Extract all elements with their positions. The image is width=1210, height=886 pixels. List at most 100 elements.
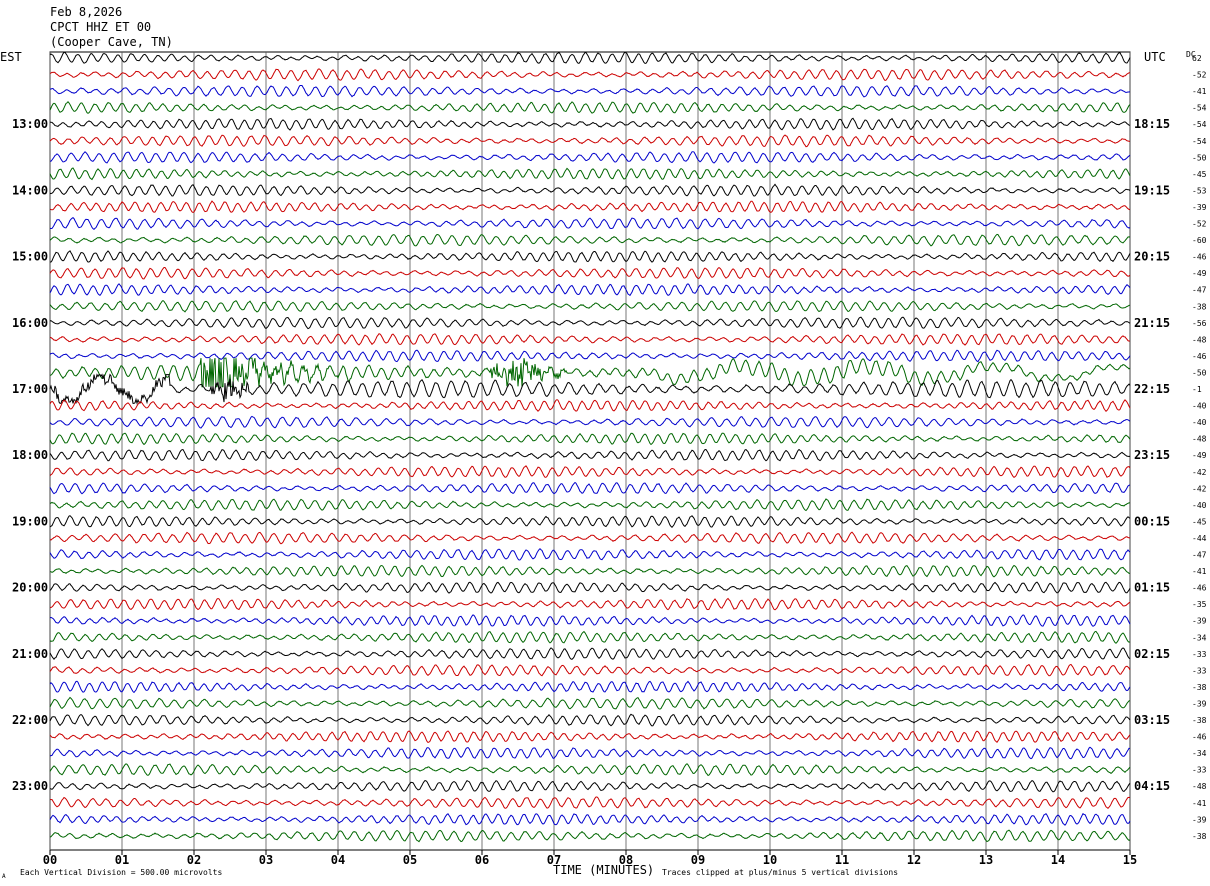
left-hour-label: 23:00 (12, 779, 48, 793)
station-location: (Cooper Cave, TN) (50, 35, 173, 49)
right-hour-label: 22:15 (1134, 382, 1170, 396)
dc-offset-label: -52 (1192, 71, 1207, 80)
dc-offset-label: -54 (1192, 120, 1207, 129)
dc-offset-label: -44 (1192, 534, 1207, 543)
dc-offset-label: -39 (1192, 203, 1207, 212)
dc-offset-label: -39 (1192, 699, 1207, 708)
dc-offset-label: -40 (1192, 501, 1207, 510)
trace-line (49, 68, 1131, 82)
dc-offset-label: -33 (1192, 666, 1207, 675)
trace-line (49, 498, 1131, 512)
trace-line (49, 373, 1131, 405)
left-hour-label: 19:00 (12, 514, 48, 528)
trace-line (49, 117, 1131, 131)
corner-mark: A (2, 873, 6, 880)
trace-line (49, 299, 1131, 313)
right-hour-label: 01:15 (1134, 581, 1170, 595)
trace-line (49, 713, 1131, 727)
left-hour-label: 18:00 (12, 448, 48, 462)
dc-offset-label: -1 (1192, 385, 1202, 394)
trace-line (49, 415, 1131, 429)
x-tick-label: 05 (403, 853, 417, 867)
trace-line (49, 663, 1131, 677)
trace-line (49, 630, 1131, 644)
trace-line (49, 316, 1131, 330)
left-hour-label: 14:00 (12, 183, 48, 197)
left-hour-label: 21:00 (12, 647, 48, 661)
trace-line (49, 680, 1131, 694)
trace-line (49, 448, 1131, 462)
trace-line (49, 515, 1131, 529)
left-hour-label: 13:00 (12, 117, 48, 131)
trace-line (49, 216, 1131, 230)
dc-offset-label: -46 (1192, 352, 1207, 361)
left-hour-label: 22:00 (12, 713, 48, 727)
trace-line (49, 730, 1131, 744)
dc-offset-label: -54 (1192, 137, 1207, 146)
dc-offset-label: -46 (1192, 733, 1207, 742)
dc-offset-label: -38 (1192, 683, 1207, 692)
dc-offset-label: -38 (1192, 302, 1207, 311)
trace-line (49, 266, 1131, 280)
dc-offset-label: -40 (1192, 418, 1207, 427)
trace-line (49, 746, 1131, 760)
x-tick-label: 00 (43, 853, 57, 867)
right-hour-label: 00:15 (1134, 514, 1170, 528)
trace-line (49, 481, 1131, 495)
right-hour-label: 18:15 (1134, 117, 1170, 131)
x-tick-label: 10 (763, 853, 777, 867)
left-hour-label: 15:00 (12, 250, 48, 264)
right-hour-label: 23:15 (1134, 448, 1170, 462)
trace-line (49, 597, 1131, 611)
dc-offset-label: -41 (1192, 799, 1207, 808)
right-hour-label: 19:15 (1134, 183, 1170, 197)
trace-line (49, 829, 1131, 843)
dc-offset-label: -56 (1192, 319, 1207, 328)
dc-offset-label: -53 (1192, 186, 1207, 195)
helicorder-plot: 00 01 02 03 04 05 06 07 08 09 10 11 12 13 14 1562-52-41… (0, 5, 1207, 880)
dc-offset-label: -42 (1192, 468, 1207, 477)
x-tick-label: 03 (259, 853, 273, 867)
right-hour-label: 04:15 (1134, 779, 1170, 793)
trace-line (49, 531, 1131, 545)
trace-line (49, 283, 1131, 297)
dc-offset-label: -38 (1192, 832, 1207, 841)
dc-offset-label: -38 (1192, 716, 1207, 725)
x-tick-label: 14 (1051, 853, 1065, 867)
dc-offset-label: -45 (1192, 170, 1207, 179)
station-code: CPCT HHZ ET 00 (50, 20, 151, 34)
trace-line (49, 780, 1131, 793)
trace-line (49, 85, 1131, 98)
trace-line (49, 763, 1131, 776)
trace-line (49, 233, 1131, 247)
trace-line (49, 696, 1131, 710)
x-axis-title: TIME (MINUTES) (553, 863, 654, 877)
trace-line (49, 614, 1131, 627)
trace-line (49, 796, 1131, 809)
x-tick-label: 04 (331, 853, 345, 867)
trace-line (49, 647, 1131, 661)
dc-offset-label: -33 (1192, 766, 1207, 775)
left-hour-label: 20:00 (12, 581, 48, 595)
dc-offset-label: -35 (1192, 600, 1207, 609)
dc-offset-label: -48 (1192, 335, 1207, 344)
plot-frame (49, 51, 1131, 851)
dc-offset-label: -47 (1192, 551, 1207, 560)
dc-offset-label: -41 (1192, 567, 1207, 576)
x-tick-label: 15 (1123, 853, 1137, 867)
x-tick-label: 12 (907, 853, 921, 867)
dc-offset-label: -45 (1192, 517, 1207, 526)
trace-line (49, 432, 1131, 446)
x-tick-label: 02 (187, 853, 201, 867)
dc-offset-label: -40 (1192, 402, 1207, 411)
x-tick-label: 09 (691, 853, 705, 867)
trace-line (49, 167, 1131, 181)
trace-line (49, 200, 1131, 214)
dc-offset-label: -60 (1192, 236, 1207, 245)
trace-line (49, 465, 1131, 479)
trace-line (50, 250, 1131, 263)
left-hour-label: 17:00 (12, 382, 48, 396)
dc-offset-label: -49 (1192, 269, 1207, 278)
clip-note: Traces clipped at plus/minus 5 vertical … (662, 868, 898, 877)
dc-offset-label: -34 (1192, 633, 1207, 642)
